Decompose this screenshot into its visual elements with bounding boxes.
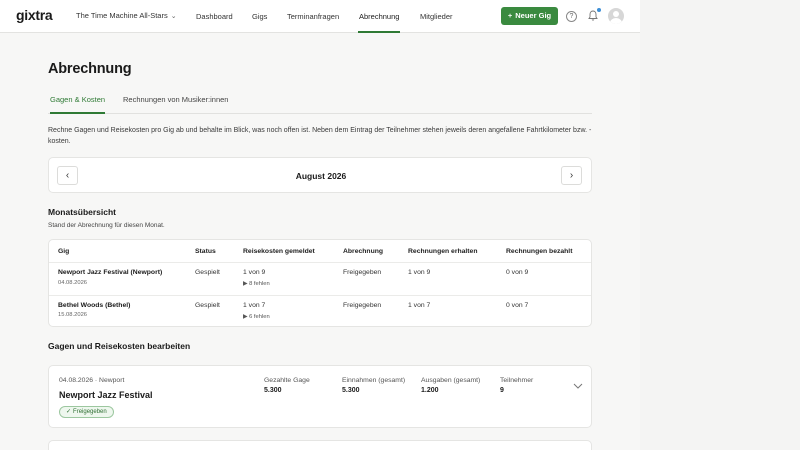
page-title: Abrechnung — [48, 61, 132, 77]
gage-value: 5.300 — [264, 387, 282, 394]
avatar[interactable] — [608, 8, 624, 24]
gage-label: Gezahlte Gage — [264, 377, 310, 384]
edit-section-title: Gagen und Reisekosten bearbeiten — [48, 341, 191, 351]
divider — [49, 262, 591, 263]
row1-status: Gespielt — [195, 269, 220, 276]
chevron-down-icon: ⌄ — [170, 13, 177, 20]
nav-mitglieder[interactable]: Mitglieder — [420, 0, 453, 33]
row1-received: 1 von 9 — [408, 269, 431, 276]
row1-billing: Freigegeben — [343, 269, 382, 276]
month-label: August 2026 — [295, 171, 347, 181]
row1-date: 04.08.2026 — [58, 280, 88, 286]
top-navigation: gixtra The Time Machine All-Stars ⌄ Dashb… — [0, 0, 640, 33]
overview-table: Gig Status Reisekosten gemeldet Abrechnu… — [48, 239, 592, 327]
col-header-travel: Reisekosten gemeldet — [243, 248, 315, 255]
nav-gigs[interactable]: Gigs — [252, 0, 267, 33]
tab-gagen-kosten[interactable]: Gagen & Kosten — [50, 95, 106, 114]
row2-paid: 0 von 7 — [506, 302, 529, 309]
notification-dot — [597, 8, 601, 12]
col-header-status: Status — [195, 248, 216, 255]
band-selector-label: The Time Machine All-Stars — [76, 11, 168, 20]
row2-travel: 1 von 7 — [243, 302, 266, 309]
tab-rechnungen-musiker[interactable]: Rechnungen von Musiker:innen — [123, 95, 228, 114]
next-month-button[interactable]: › — [561, 166, 582, 185]
status-badge: ✓ Freigegeben — [59, 406, 114, 418]
row1-missing-toggle[interactable]: ▶ 8 fehlen — [243, 281, 270, 287]
help-icon[interactable]: ? — [566, 11, 577, 22]
new-gig-label: Neuer Gig — [515, 11, 552, 20]
row2-missing-toggle[interactable]: ▶ 6 fehlen — [243, 314, 270, 320]
overview-title: Monatsübersicht — [48, 207, 117, 217]
nav-terminanfragen[interactable]: Terminanfragen — [287, 0, 339, 33]
gig-name: Newport Jazz Festival — [59, 390, 153, 400]
row1-travel: 1 von 9 — [243, 269, 266, 276]
divider — [49, 295, 591, 296]
row1-paid: 0 von 9 — [506, 269, 529, 276]
expenses-label: Ausgaben (gesamt) — [421, 377, 481, 384]
bell-icon[interactable] — [588, 10, 598, 21]
subtabs: Gagen & Kosten Rechnungen von Musiker:in… — [48, 90, 592, 114]
col-header-billing: Abrechnung — [343, 248, 384, 255]
chevron-down-icon[interactable] — [573, 382, 583, 390]
gig-edit-card[interactable]: 04.08.2026 · Newport Newport Jazz Festiv… — [48, 365, 592, 428]
nav-abrechnung[interactable]: Abrechnung — [358, 0, 401, 33]
gig-date-place: 04.08.2026 · Newport — [59, 377, 125, 384]
app-window: gixtra The Time Machine All-Stars ⌄ Dashb… — [0, 0, 640, 450]
row2-gig[interactable]: Bethel Woods (Bethel) — [58, 302, 130, 309]
plus-icon: + — [507, 11, 513, 20]
col-header-gig: Gig — [58, 248, 70, 255]
row2-status: Gespielt — [195, 302, 220, 309]
income-value: 5.300 — [342, 387, 360, 394]
check-icon: ✓ — [66, 409, 72, 415]
outer-background — [640, 0, 800, 450]
row2-billing: Freigegeben — [343, 302, 382, 309]
row1-gig[interactable]: Newport Jazz Festival (Newport) — [58, 269, 162, 276]
row2-date: 15.08.2026 — [58, 312, 88, 318]
overview-subtitle: Stand der Abrechnung für diesen Monat. — [48, 222, 165, 229]
income-label: Einnahmen (gesamt) — [342, 377, 406, 384]
nav-dashboard[interactable]: Dashboard — [196, 0, 233, 33]
col-header-paid: Rechnungen bezahlt — [506, 248, 573, 255]
month-selector: ‹ August 2026 › — [48, 157, 592, 193]
col-header-received: Rechnungen erhalten — [408, 248, 478, 255]
status-badge-label: Freigegeben — [73, 409, 107, 415]
gig-edit-card-next[interactable] — [48, 440, 592, 450]
band-selector[interactable]: The Time Machine All-Stars ⌄ — [76, 11, 177, 20]
new-gig-button[interactable]: + Neuer Gig — [501, 7, 558, 25]
expenses-value: 1.200 — [421, 387, 439, 394]
app-logo[interactable]: gixtra — [16, 7, 53, 23]
page-description: Rechne Gagen und Reisekosten pro Gig ab … — [48, 127, 592, 145]
row2-received: 1 von 7 — [408, 302, 431, 309]
participants-value: 9 — [500, 387, 504, 394]
participants-label: Teilnehmer — [500, 377, 534, 384]
